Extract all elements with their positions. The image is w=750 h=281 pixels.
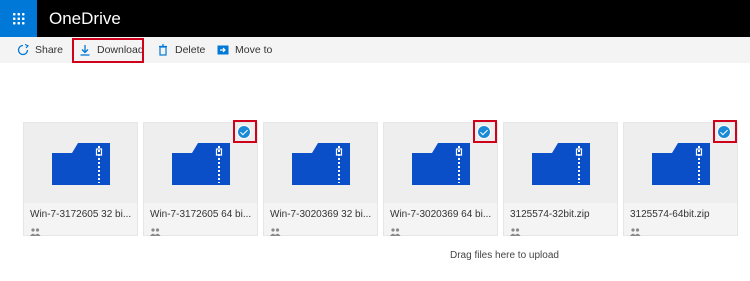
shared-people-icon bbox=[630, 223, 641, 241]
download-highlight-box bbox=[72, 38, 144, 63]
file-thumbnail bbox=[504, 123, 617, 203]
drag-upload-hint: Drag files here to upload bbox=[450, 250, 559, 261]
check-highlight-box bbox=[713, 120, 737, 143]
shared-people-icon bbox=[390, 223, 401, 241]
zip-folder-icon bbox=[52, 143, 110, 185]
app-launcher-button[interactable] bbox=[0, 0, 37, 37]
shared-people-icon bbox=[30, 223, 41, 241]
file-name: Win-7-3172605 32 bi... bbox=[30, 209, 132, 220]
delete-button[interactable]: Delete bbox=[157, 37, 205, 63]
share-icon bbox=[17, 44, 29, 56]
trash-icon bbox=[157, 44, 169, 56]
move-to-button[interactable]: Move to bbox=[217, 37, 272, 63]
file-tile[interactable]: Win-7-3020369 64 bi... bbox=[383, 120, 498, 236]
zip-folder-icon bbox=[532, 143, 590, 185]
app-header: OneDrive bbox=[0, 0, 750, 37]
file-tile[interactable]: Win-7-3172605 64 bi... bbox=[143, 120, 258, 236]
file-tile[interactable]: Win-7-3020369 32 bi... bbox=[263, 122, 378, 236]
file-tile[interactable]: 3125574-32bit.zip bbox=[503, 122, 618, 236]
file-thumbnail bbox=[24, 123, 137, 203]
file-name: 3125574-64bit.zip bbox=[630, 209, 710, 220]
file-tile[interactable]: 3125574-64bit.zip bbox=[623, 120, 738, 236]
zip-folder-icon bbox=[292, 143, 350, 185]
shared-people-icon bbox=[510, 223, 521, 241]
file-name: Win-7-3172605 64 bi... bbox=[150, 209, 252, 220]
check-highlight-box bbox=[473, 120, 497, 143]
file-thumbnail bbox=[264, 123, 377, 203]
zip-folder-icon bbox=[412, 143, 470, 185]
file-name: Win-7-3020369 32 bi... bbox=[270, 209, 372, 220]
move-to-label: Move to bbox=[235, 44, 273, 56]
share-label: Share bbox=[35, 44, 64, 56]
file-tile[interactable]: Win-7-3172605 32 bi... bbox=[23, 122, 138, 236]
app-title[interactable]: OneDrive bbox=[49, 9, 121, 29]
file-name: Win-7-3020369 64 bi... bbox=[390, 209, 492, 220]
move-to-icon bbox=[217, 44, 229, 56]
shared-people-icon bbox=[270, 223, 281, 241]
check-highlight-box bbox=[233, 120, 257, 143]
share-button[interactable]: Share bbox=[17, 37, 63, 63]
zip-folder-icon bbox=[172, 143, 230, 185]
file-name: 3125574-32bit.zip bbox=[510, 209, 590, 220]
zip-folder-icon bbox=[652, 143, 710, 185]
waffle-icon bbox=[12, 12, 25, 25]
shared-people-icon bbox=[150, 223, 161, 241]
delete-label: Delete bbox=[175, 44, 206, 56]
